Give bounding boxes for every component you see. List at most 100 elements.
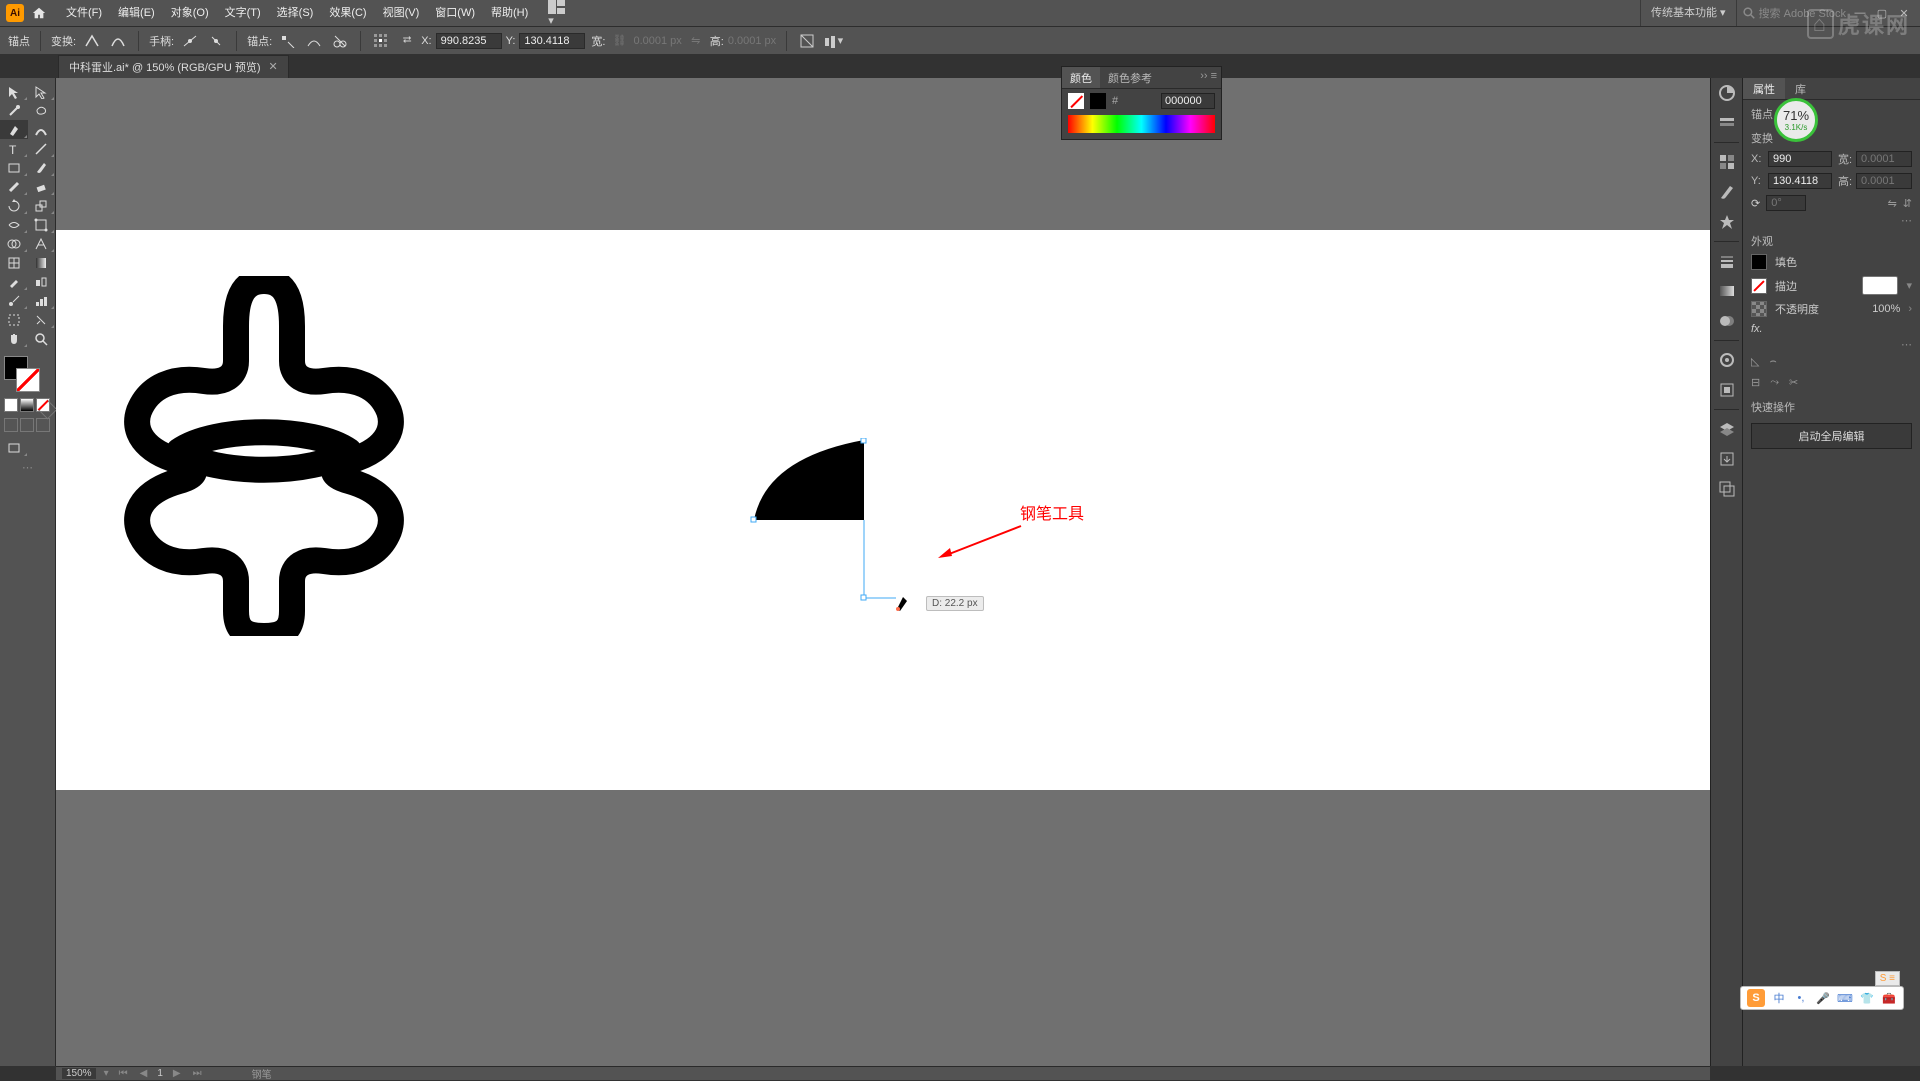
blend-tool[interactable] xyxy=(28,272,56,291)
prop-rotate-field[interactable] xyxy=(1766,195,1806,211)
magic-wand-tool[interactable] xyxy=(0,101,28,120)
prop-x-field[interactable] xyxy=(1768,151,1832,167)
ime-mode[interactable]: 中 xyxy=(1771,990,1787,1006)
shape-builder-tool[interactable] xyxy=(0,234,28,253)
zoom-field[interactable]: 150% xyxy=(62,1068,96,1079)
draw-behind-icon[interactable] xyxy=(20,418,34,432)
color-guide-tab[interactable]: 颜色参考 xyxy=(1100,67,1160,88)
prop-stroke-weight[interactable] xyxy=(1862,276,1898,295)
graphic-styles-panel-icon[interactable] xyxy=(1716,379,1738,401)
fill-stroke-swatch[interactable] xyxy=(0,356,55,380)
prop-w-field[interactable] xyxy=(1856,151,1912,167)
line-tool[interactable] xyxy=(28,139,56,158)
rotate-tool[interactable] xyxy=(0,196,28,215)
pen-tool[interactable] xyxy=(0,120,28,139)
color-mode-icon[interactable] xyxy=(4,398,18,412)
screen-mode-icon[interactable] xyxy=(0,438,28,457)
flip-v-button[interactable]: ⇵ xyxy=(1903,197,1912,210)
workspace-switcher[interactable]: 传统基本功能 ▾ xyxy=(1640,0,1737,26)
type-tool[interactable]: T xyxy=(0,139,28,158)
slice-tool[interactable] xyxy=(28,310,56,329)
y-field[interactable] xyxy=(519,33,585,49)
properties-tab[interactable]: 属性 xyxy=(1743,78,1785,99)
more-appearance-icon[interactable]: ⋯ xyxy=(1743,338,1920,351)
convert-corner-button[interactable]: ◺ xyxy=(1751,355,1759,368)
hex-field[interactable] xyxy=(1161,93,1215,109)
scale-tool[interactable] xyxy=(28,196,56,215)
prop-h-field[interactable] xyxy=(1856,173,1912,189)
prop-y-field[interactable] xyxy=(1768,173,1832,189)
ime-keyboard-icon[interactable]: ⌨ xyxy=(1837,990,1853,1006)
menu-file[interactable]: 文件(F) xyxy=(58,0,110,26)
cut-path-button[interactable]: ✂ xyxy=(1789,376,1798,389)
hand-tool[interactable] xyxy=(0,329,28,348)
reference-point-icon[interactable] xyxy=(371,31,391,51)
menu-object[interactable]: 对象(O) xyxy=(163,0,217,26)
connect-anchor-icon[interactable] xyxy=(304,31,324,51)
color-tab[interactable]: 颜色 xyxy=(1062,67,1100,88)
free-transform-tool[interactable] xyxy=(28,215,56,234)
gradient-panel-icon[interactable] xyxy=(1716,280,1738,302)
opacity-dropdown[interactable]: › xyxy=(1908,303,1912,315)
ime-skin-icon[interactable]: 👕 xyxy=(1859,990,1875,1006)
color-guide-panel-icon[interactable] xyxy=(1716,112,1738,134)
convert-corner-icon[interactable] xyxy=(82,31,102,51)
draw-inside-icon[interactable] xyxy=(36,418,50,432)
stroke-swatch[interactable] xyxy=(16,368,40,392)
canvas-area[interactable]: D: 22.2 px 钢笔工具 颜色 颜色参考 ›› ≡ # xyxy=(56,78,1710,1066)
symbols-panel-icon[interactable] xyxy=(1716,211,1738,233)
connect-path-button[interactable]: ⤳ xyxy=(1770,376,1779,389)
menu-view[interactable]: 视图(V) xyxy=(375,0,428,26)
remove-anchor-icon[interactable] xyxy=(278,31,298,51)
edit-toolbar-icon[interactable]: ⋯ xyxy=(0,461,55,474)
menu-window[interactable]: 窗口(W) xyxy=(427,0,483,26)
menu-help[interactable]: 帮助(H) xyxy=(483,0,536,26)
appearance-panel-icon[interactable] xyxy=(1716,349,1738,371)
direct-selection-tool[interactable] xyxy=(28,82,56,101)
menu-edit[interactable]: 编辑(E) xyxy=(110,0,163,26)
panel-stroke-swatch[interactable] xyxy=(1090,93,1106,109)
stroke-weight-dropdown[interactable]: ▾ xyxy=(1906,279,1912,292)
start-global-edit-button[interactable]: 启动全局编辑 xyxy=(1751,423,1912,449)
prev-artboard-icon[interactable]: ◀ xyxy=(138,1068,150,1079)
isolate-icon[interactable] xyxy=(797,31,817,51)
link-xy-icon[interactable]: ⮂ xyxy=(397,31,417,51)
close-tab-icon[interactable]: ✕ xyxy=(268,60,277,73)
shaper-tool[interactable] xyxy=(0,177,28,196)
color-panel-icon[interactable] xyxy=(1716,82,1738,104)
width-tool[interactable] xyxy=(0,215,28,234)
next-artboard-icon[interactable]: ▶ xyxy=(171,1068,183,1079)
prop-opacity-swatch[interactable] xyxy=(1751,301,1767,317)
remove-anchor-button[interactable]: ⊟ xyxy=(1751,376,1760,389)
draw-normal-icon[interactable] xyxy=(4,418,18,432)
stroke-panel-icon[interactable] xyxy=(1716,250,1738,272)
zoom-tool[interactable] xyxy=(28,329,56,348)
link-wh-icon[interactable]: ⛓ xyxy=(609,31,629,51)
panel-collapse-icon[interactable]: ›› ≡ xyxy=(1196,67,1221,88)
zoom-dropdown-icon[interactable]: ▾ xyxy=(104,1068,109,1079)
layers-panel-icon[interactable] xyxy=(1716,418,1738,440)
none-mode-icon[interactable] xyxy=(36,398,50,412)
mesh-tool[interactable] xyxy=(0,253,28,272)
swatches-panel-icon[interactable] xyxy=(1716,151,1738,173)
menu-type[interactable]: 文字(T) xyxy=(217,0,269,26)
panel-fill-swatch[interactable] xyxy=(1068,93,1084,109)
gradient-mode-icon[interactable] xyxy=(20,398,34,412)
paintbrush-tool[interactable] xyxy=(28,158,56,177)
flip-h-button[interactable]: ⇋ xyxy=(1888,197,1897,210)
more-transform-icon[interactable]: ⋯ xyxy=(1743,214,1920,227)
color-panel[interactable]: 颜色 颜色参考 ›› ≡ # xyxy=(1061,66,1222,140)
ime-toolbar[interactable]: S 中 •, 🎤 ⌨ 👕 🧰 xyxy=(1740,986,1904,1010)
prop-fx-label[interactable]: fx. xyxy=(1751,323,1763,335)
artboard-number[interactable]: 1 xyxy=(157,1068,163,1079)
ime-punct-icon[interactable]: •, xyxy=(1793,990,1809,1006)
symbol-sprayer-tool[interactable] xyxy=(0,291,28,310)
libraries-tab[interactable]: 库 xyxy=(1785,78,1816,99)
prop-stroke-swatch[interactable] xyxy=(1751,278,1767,294)
eraser-tool[interactable] xyxy=(28,177,56,196)
asset-export-panel-icon[interactable] xyxy=(1716,448,1738,470)
home-icon[interactable] xyxy=(30,4,48,22)
rectangle-tool[interactable] xyxy=(0,158,28,177)
prop-opacity-value[interactable]: 100% xyxy=(1872,303,1900,315)
artboard-tool[interactable] xyxy=(0,310,28,329)
